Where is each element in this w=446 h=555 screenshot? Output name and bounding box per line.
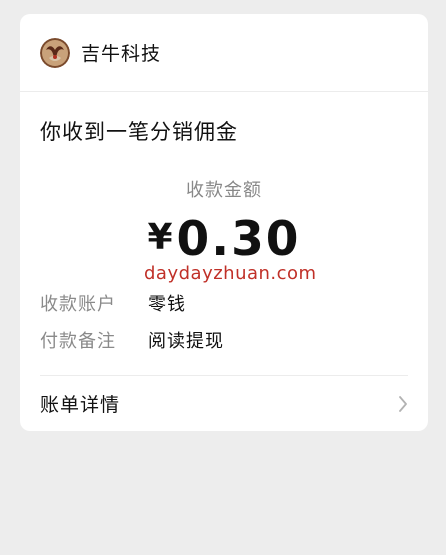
detail-value: 零钱 [148, 294, 186, 315]
currency-symbol: ¥ [147, 217, 173, 258]
bill-details-label: 账单详情 [40, 394, 121, 416]
merchant-name: 吉牛科技 [81, 43, 162, 65]
detail-key: 付款备注 [40, 331, 116, 352]
detail-row-remark: 付款备注 阅读提现 [40, 327, 224, 353]
amount-value: 0.30 [176, 212, 301, 267]
avatar [40, 37, 70, 68]
bill-details-link[interactable]: 账单详情 [20, 376, 428, 431]
payment-notification-card: 吉牛科技 你收到一笔分销佣金 收款金额 ¥0.30 daydayzhuan.co… [20, 14, 428, 431]
watermark-text: daydayzhuan.com [144, 263, 317, 284]
amount-label: 收款金额 [186, 180, 262, 201]
amount-display: ¥0.30 [20, 212, 428, 267]
merchant-header: 吉牛科技 [20, 14, 428, 92]
brand-logo-icon [40, 37, 70, 68]
detail-row-account: 收款账户 零钱 [40, 290, 186, 316]
detail-key: 收款账户 [40, 294, 116, 315]
message-title: 你收到一笔分销佣金 [40, 120, 238, 144]
detail-value: 阅读提现 [148, 331, 224, 352]
chevron-right-icon [399, 396, 407, 412]
